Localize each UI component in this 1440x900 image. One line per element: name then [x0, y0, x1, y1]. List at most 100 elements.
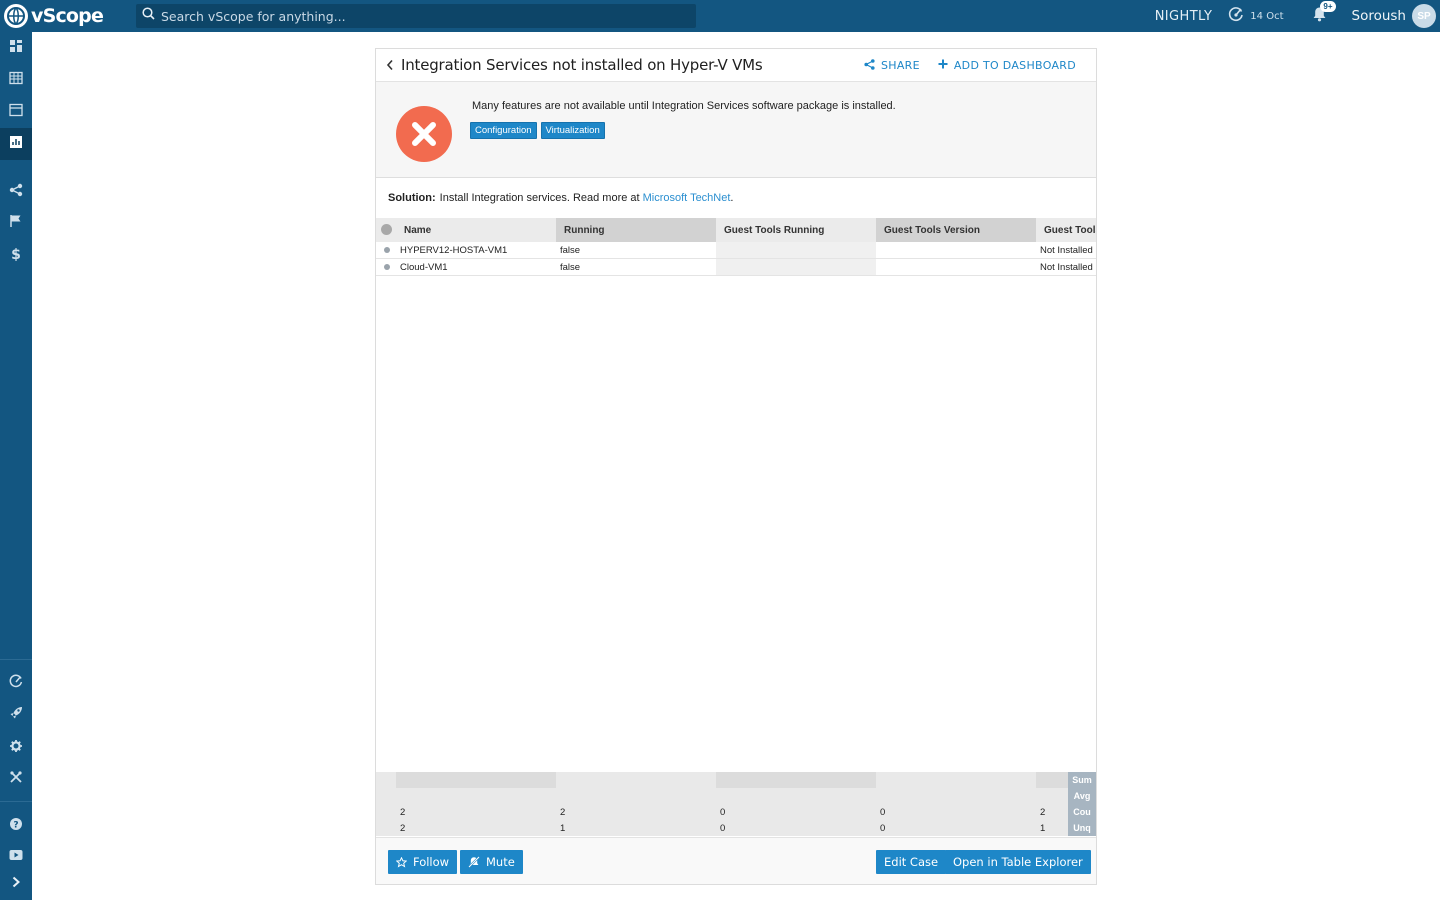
aggregate-cell [876, 788, 1036, 804]
case-summary: Many features are not available until In… [376, 82, 1096, 178]
row-select-dot[interactable] [384, 247, 390, 253]
sidebar-item-dashboards[interactable] [0, 32, 32, 64]
column-header-name[interactable]: Name [396, 218, 556, 242]
select-all-toggle[interactable] [381, 224, 392, 235]
technet-link[interactable]: Microsoft TechNet [643, 192, 731, 204]
cell-guest-tools: Not Installed [1040, 261, 1093, 273]
top-bar: vScope NIGHTLY 14 Oct 9+ Soroush SP [0, 0, 1440, 32]
add-to-dashboard-label: ADD TO DASHBOARD [953, 59, 1076, 72]
aggregate-cell [556, 788, 716, 804]
column-header-guest-tools-running[interactable]: Guest Tools Running [716, 218, 876, 242]
aggregate-gutter [376, 804, 396, 820]
sidebar-item-flags[interactable] [0, 207, 32, 239]
tag-virtualization[interactable]: Virtualization [540, 122, 605, 139]
solution-end: . [730, 192, 734, 204]
sidebar-divider [0, 801, 32, 802]
aggregate-cell: 0 [716, 820, 876, 836]
aggregate-cell [396, 772, 556, 788]
aggregate-cell [716, 788, 876, 804]
user-name[interactable]: Soroush [1352, 8, 1407, 24]
aggregate-cell: 1 [1036, 820, 1068, 836]
sidebar-item-costs[interactable]: $ [0, 240, 32, 272]
cell-name: HYPERV12-HOSTA-VM1 [400, 244, 508, 256]
sidebar-item-insights[interactable] [0, 667, 32, 699]
aggregate-row-avg: Avg [376, 788, 1096, 804]
share-button[interactable]: SHARE [864, 58, 920, 73]
aggregate-cell: 2 [556, 804, 716, 820]
column-header-guest-tools-version[interactable]: Guest Tools Version [876, 218, 1036, 242]
aggregate-cell: 2 [396, 820, 556, 836]
aggregate-gutter [376, 772, 396, 788]
sidebar-item-help[interactable]: ? [0, 810, 32, 842]
dashboard-icon [9, 39, 23, 58]
mute-label: Mute [486, 855, 515, 869]
notifications-button[interactable]: 9+ [1310, 1, 1336, 26]
sidebar-item-reports[interactable] [0, 128, 32, 160]
mute-icon [468, 856, 480, 868]
sidebar-item-windows[interactable] [0, 96, 32, 128]
aggregate-cell: 0 [716, 804, 876, 820]
edit-case-label: Edit Case [884, 855, 939, 869]
aggregate-label[interactable]: Sum [1068, 772, 1096, 788]
sidebar-item-launch[interactable] [0, 699, 32, 731]
edit-case-button[interactable]: Edit Case [876, 850, 947, 874]
aggregate-cell [1036, 788, 1068, 804]
back-chevron-icon[interactable] [386, 58, 398, 72]
sidebar-item-tables[interactable] [0, 64, 32, 96]
aggregate-cell: 0 [876, 820, 1036, 836]
cell-running: false [560, 261, 581, 273]
aggregate-label[interactable]: Cou [1068, 804, 1096, 820]
row-select-dot[interactable] [384, 264, 390, 270]
column-header-running[interactable]: Running [556, 218, 716, 242]
date-indicator[interactable]: 14 Oct [1228, 6, 1284, 27]
aggregate-cell: 2 [396, 804, 556, 820]
search-bar[interactable] [136, 4, 696, 28]
search-icon [142, 7, 155, 25]
gauge-icon [1228, 6, 1244, 27]
cell-name: Cloud-VM1 [400, 261, 448, 273]
table-row[interactable]: HYPERV12-HOSTA-VM1 false Not Installed [376, 242, 1096, 259]
solution-label: Solution: [388, 192, 436, 204]
case-description: Many features are not available until In… [472, 100, 896, 112]
cell-guest-tools-version [876, 242, 1036, 258]
search-input[interactable] [161, 8, 681, 24]
page-title: Integration Services not installed on Hy… [401, 56, 763, 74]
aggregate-gutter [376, 788, 396, 804]
aggregate-cell: 2 [1036, 804, 1068, 820]
sidebar-expand-button[interactable] [0, 868, 32, 900]
share-icon [864, 58, 875, 73]
cell-guest-tools-running [716, 242, 876, 258]
app-logo[interactable]: vScope [0, 0, 136, 32]
dollar-icon: $ [9, 246, 23, 267]
aggregate-label[interactable]: Avg [1068, 788, 1096, 804]
sidebar-item-settings[interactable] [0, 732, 32, 764]
globe-logo-icon [4, 4, 28, 28]
cell-guest-tools-version [876, 259, 1036, 275]
case-panel: Integration Services not installed on Hy… [375, 48, 1097, 885]
aggregate-label[interactable]: Unq [1068, 820, 1096, 836]
svg-text:?: ? [13, 820, 18, 830]
tag-configuration[interactable]: Configuration [470, 122, 537, 139]
aggregate-gutter [376, 820, 396, 836]
aggregate-row-count: 2 2 0 0 2 Cou [376, 804, 1096, 820]
add-to-dashboard-button[interactable]: ADD TO DASHBOARD [938, 59, 1076, 72]
aggregate-cell: 0 [876, 804, 1036, 820]
svg-text:$: $ [11, 247, 21, 262]
avatar[interactable]: SP [1412, 4, 1436, 28]
mute-button[interactable]: Mute [460, 850, 523, 874]
aggregate-cell [1036, 772, 1068, 788]
sidebar-item-tools[interactable] [0, 763, 32, 795]
solution-line: Solution: Install Integration services. … [376, 178, 1096, 218]
plus-icon [938, 59, 948, 72]
follow-button[interactable]: Follow [388, 850, 458, 874]
cell-running: false [560, 244, 581, 256]
open-table-explorer-label: Open in Table Explorer [953, 855, 1083, 869]
column-header-guest-tools[interactable]: Guest Tools [1036, 218, 1096, 242]
table-row[interactable]: Cloud-VM1 false Not Installed [376, 259, 1096, 276]
sidebar-item-share[interactable] [0, 176, 32, 208]
aggregate-cell [556, 772, 716, 788]
solution-text: Install Integration services. Read more … [439, 192, 640, 204]
open-table-explorer-button[interactable]: Open in Table Explorer [945, 850, 1091, 874]
aggregate-row-unique: 2 1 0 0 1 Unq [376, 820, 1096, 836]
gauge-icon [9, 674, 23, 693]
